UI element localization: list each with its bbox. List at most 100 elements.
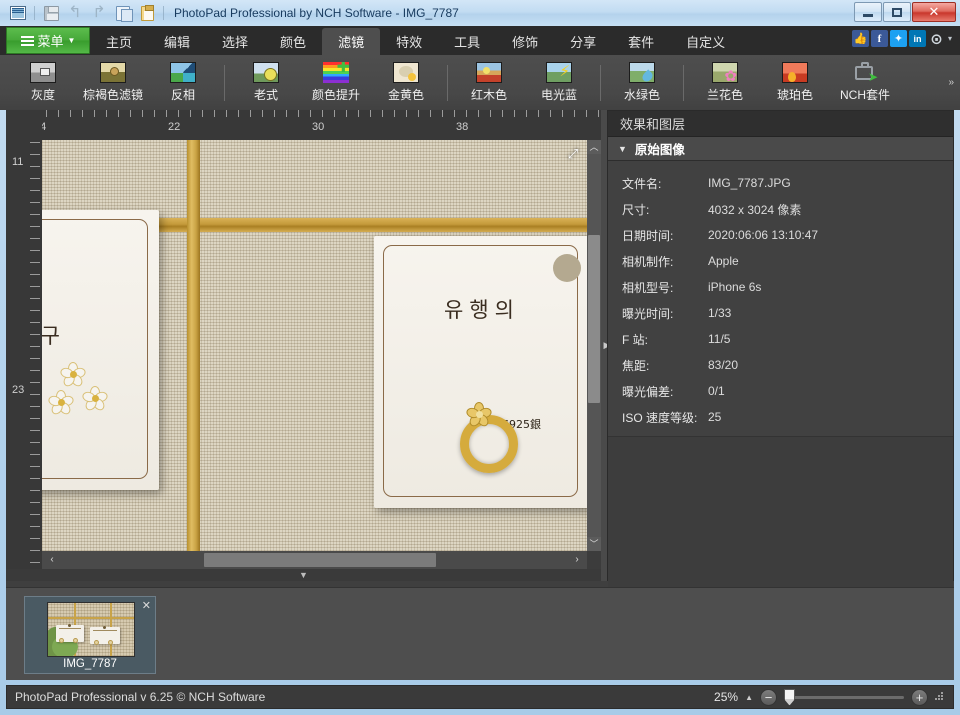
- minimize-button[interactable]: [854, 2, 882, 22]
- ruler-tick: [30, 346, 40, 347]
- window-controls: ✕: [854, 2, 956, 22]
- maximize-button[interactable]: [883, 2, 911, 22]
- main-menu-button[interactable]: 菜单 ▼: [6, 27, 90, 54]
- property-row: 曝光偏差: 0/1: [608, 378, 953, 404]
- tool-label: 金黄色: [388, 86, 424, 103]
- tab-filter[interactable]: 滤镜: [322, 28, 380, 55]
- property-value: 83/20: [708, 358, 738, 372]
- horizontal-scroll-thumb[interactable]: [204, 553, 436, 567]
- ruler-tick: [406, 110, 407, 117]
- ruler-tick: [298, 110, 299, 117]
- thumbs-up-icon[interactable]: 👍: [852, 30, 869, 47]
- status-text: PhotoPad Professional v 6.25 © NCH Softw…: [7, 690, 265, 704]
- canvas-vertical-scrollbar[interactable]: ︿ ﹀: [587, 140, 601, 551]
- paste-icon[interactable]: [137, 4, 157, 22]
- chevron-down-icon-help[interactable]: ▾: [948, 34, 952, 43]
- tab-select[interactable]: 选择: [206, 28, 264, 55]
- property-value: 1/33: [708, 306, 731, 320]
- ruler-tick: [550, 110, 551, 117]
- tab-color[interactable]: 颜色: [264, 28, 322, 55]
- toolbar-separator-4: [683, 65, 684, 101]
- thumbnail-item[interactable]: ✕ IMG_7787: [24, 596, 156, 674]
- toolbar-separator-2: [447, 65, 448, 101]
- tab-effects[interactable]: 特效: [380, 28, 438, 55]
- undo-icon[interactable]: ↰: [65, 4, 85, 22]
- ruler-tick: [30, 358, 40, 359]
- canvas-horizontal-scrollbar[interactable]: ‹ ›: [42, 551, 587, 569]
- close-button[interactable]: ✕: [912, 2, 956, 22]
- ruler-label: 22: [168, 121, 180, 133]
- tab-tools[interactable]: 工具: [438, 28, 496, 55]
- ruler-tick: [30, 238, 40, 239]
- redo-icon[interactable]: ↱: [89, 4, 109, 22]
- close-icon[interactable]: ✕: [142, 599, 151, 612]
- work-area: 14223038 1123 장신구 耳針: [6, 110, 954, 680]
- linkedin-icon[interactable]: in: [909, 30, 926, 47]
- toolbar-overflow-button[interactable]: »: [948, 77, 954, 88]
- tool-label: 棕褐色滤镜: [83, 86, 143, 103]
- facebook-icon[interactable]: f: [871, 30, 888, 47]
- ruler-tick: [30, 550, 40, 551]
- window-title: PhotoPad Professional by NCH Software - …: [174, 6, 459, 20]
- photopad-window: ↰ ↱ PhotoPad Professional by NCH Softwar…: [0, 0, 960, 715]
- ruler-tick: [586, 110, 587, 117]
- tab-customize[interactable]: 自定义: [670, 28, 741, 55]
- canvas[interactable]: 장신구 耳針: [42, 140, 587, 551]
- original-image-section-header[interactable]: ▼ 原始图像: [608, 137, 953, 161]
- section-title: 原始图像: [635, 139, 685, 158]
- app-icon[interactable]: [8, 4, 28, 22]
- copy-icon[interactable]: [113, 4, 133, 22]
- tool-sepia[interactable]: 棕褐色滤镜: [78, 57, 148, 109]
- tool-mahogany[interactable]: 红木色: [454, 57, 524, 109]
- tool-golden[interactable]: 金黄色: [371, 57, 441, 109]
- ruler-tick: [30, 286, 40, 287]
- thumbnail-flower-1: [59, 638, 64, 643]
- tab-edit[interactable]: 编辑: [148, 28, 206, 55]
- property-row: 文件名: IMG_7787.JPG: [608, 170, 953, 196]
- tab-share[interactable]: 分享: [554, 28, 612, 55]
- scroll-right-button[interactable]: ›: [569, 551, 585, 569]
- ruler-tick: [190, 110, 191, 117]
- image-properties-list: 文件名: IMG_7787.JPG 尺寸: 4032 x 3024 像素 日期时…: [608, 161, 953, 436]
- ruler-tick: [130, 110, 131, 117]
- ruler-tick: [58, 110, 59, 117]
- expand-icon[interactable]: ⤢: [565, 146, 581, 162]
- scroll-up-button[interactable]: ︿: [587, 140, 601, 154]
- tool-grayscale[interactable]: 灰度: [8, 57, 78, 109]
- ruler-tick: [454, 110, 455, 117]
- ruler-tick: [202, 110, 203, 117]
- ruler-tick: [370, 110, 371, 117]
- ruler-tick: [30, 298, 40, 299]
- ruler-tick: [30, 382, 40, 383]
- thumbnail-strip: ✕ IMG_7787: [6, 587, 954, 680]
- vertical-scroll-thumb[interactable]: [588, 235, 600, 403]
- ruler-tick: [30, 178, 40, 179]
- tab-retouch[interactable]: 修饰: [496, 28, 554, 55]
- save-icon[interactable]: [41, 4, 61, 22]
- tool-invert[interactable]: 反相: [148, 57, 218, 109]
- tool-amber[interactable]: 琥珀色: [760, 57, 830, 109]
- property-value: Apple: [708, 254, 739, 268]
- tool-color-boost[interactable]: 颜色提升: [301, 57, 371, 109]
- zoom-slider[interactable]: [784, 696, 904, 699]
- collapse-panel-button[interactable]: ▼: [6, 569, 601, 581]
- ruler-tick: [30, 202, 40, 203]
- tool-nch-suite[interactable]: ➤ NCH套件: [830, 57, 900, 109]
- tool-orchid[interactable]: 兰花色: [690, 57, 760, 109]
- zoom-out-button[interactable]: −: [760, 689, 777, 706]
- ruler-tick: [70, 110, 71, 117]
- help-icon[interactable]: ⊙: [928, 30, 945, 47]
- resize-grip[interactable]: [935, 692, 945, 702]
- tool-aqua[interactable]: 水绿色: [607, 57, 677, 109]
- zoom-slider-handle[interactable]: [784, 689, 795, 706]
- tab-suite[interactable]: 套件: [612, 28, 670, 55]
- twitter-icon[interactable]: ✦: [890, 30, 907, 47]
- chevron-up-icon[interactable]: ▲: [745, 693, 753, 702]
- zoom-in-button[interactable]: +: [911, 689, 928, 706]
- ruler-tick: [106, 110, 107, 117]
- tool-electric-blue[interactable]: 电光蓝: [524, 57, 594, 109]
- tab-home[interactable]: 主页: [90, 28, 148, 55]
- scroll-left-button[interactable]: ‹: [44, 551, 60, 569]
- tool-vintage[interactable]: 老式: [231, 57, 301, 109]
- scroll-down-button[interactable]: ﹀: [587, 537, 601, 551]
